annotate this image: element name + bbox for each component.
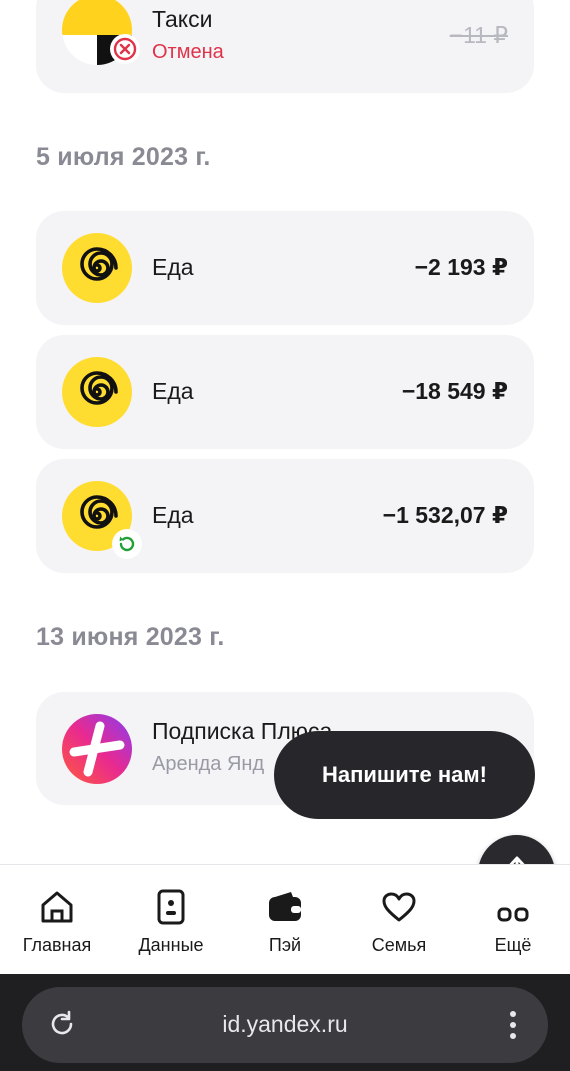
transaction-amount: −18 549 ₽: [401, 378, 508, 404]
nav-label: Данные: [138, 935, 204, 955]
nav-item-data[interactable]: Данные: [114, 865, 228, 975]
transaction-title: Еда: [152, 254, 194, 280]
more-icon: [493, 887, 533, 927]
date-heading: 13 июня 2023 г.: [36, 623, 225, 651]
bottom-navigation: Главная Данные Пэй Семья Ещё: [0, 864, 570, 974]
nav-item-pay[interactable]: Пэй: [228, 865, 342, 975]
wallet-icon: [265, 887, 305, 927]
id-card-icon: [151, 887, 191, 927]
url-text: id.yandex.ru: [222, 1011, 348, 1037]
nav-item-family[interactable]: Семья: [342, 865, 456, 975]
transaction-title: Еда: [152, 502, 194, 528]
transaction-card-eda-refund[interactable]: Еда −1 532,07 ₽: [36, 459, 534, 573]
nav-label: Пэй: [268, 935, 302, 955]
nav-label: Ещё: [494, 935, 532, 955]
date-heading: 5 июля 2023 г.: [36, 143, 211, 171]
transaction-amount: −2 193 ₽: [414, 254, 508, 280]
transaction-card-eda[interactable]: Еда −18 549 ₽: [36, 335, 534, 449]
plus-icon: [62, 714, 132, 784]
nav-label: Главная: [22, 935, 92, 955]
kebab-menu-icon[interactable]: [508, 1009, 518, 1041]
transaction-amount: −1 532,07 ₽: [382, 502, 508, 528]
url-bar[interactable]: id.yandex.ru: [22, 987, 548, 1063]
eda-icon: [62, 233, 132, 303]
transaction-status: Отмена: [152, 41, 224, 63]
write-to-us-button[interactable]: Напишите нам!: [274, 731, 535, 819]
refund-badge-icon: [112, 529, 142, 559]
home-icon: [37, 887, 77, 927]
transaction-title: Такси: [152, 6, 213, 32]
heart-icon: [379, 887, 419, 927]
transaction-card-taxi[interactable]: Такси Отмена −11 ₽: [36, 0, 534, 93]
transaction-card-eda[interactable]: Еда −2 193 ₽: [36, 211, 534, 325]
eda-icon: [62, 357, 132, 427]
transaction-amount: −11 ₽: [449, 22, 508, 48]
nav-label: Семья: [371, 935, 427, 955]
taxi-icon: [62, 0, 140, 70]
nav-item-more[interactable]: Ещё: [456, 865, 570, 975]
nav-item-home[interactable]: Главная: [0, 865, 114, 975]
browser-toolbar: id.yandex.ru: [0, 974, 570, 1071]
transaction-title: Еда: [152, 378, 194, 404]
cancel-badge-icon: [110, 34, 140, 64]
transaction-subtitle: Аренда Янд: [152, 753, 265, 775]
eda-icon: [62, 481, 142, 559]
